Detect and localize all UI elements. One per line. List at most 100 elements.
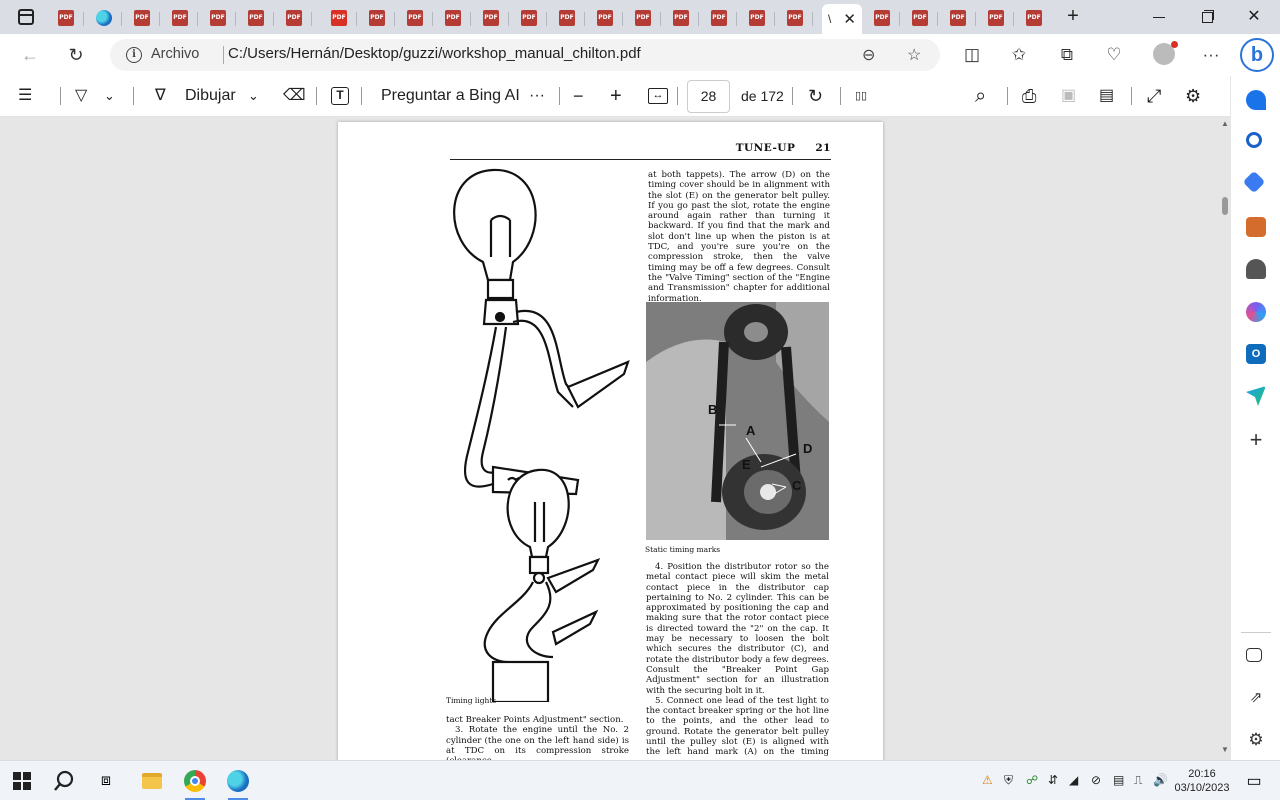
open-in-window-icon[interactable]: ⇗	[1246, 688, 1266, 708]
tab-pdf[interactable]: PDF	[978, 4, 1014, 32]
blocked-tray-icon[interactable]: ⊘	[1091, 773, 1101, 787]
bing-copilot-button[interactable]: b	[1240, 38, 1274, 72]
favorites-icon[interactable]: ✩	[1007, 43, 1031, 67]
tab-pdf[interactable]: PDF	[902, 4, 938, 32]
file-explorer-icon[interactable]	[138, 767, 166, 795]
page-view-icon[interactable]: ▯▯	[855, 84, 867, 108]
shopping-tag-icon[interactable]	[1242, 170, 1266, 194]
zoom-icon[interactable]: ⊖	[862, 45, 875, 65]
tab-pdf[interactable]: PDF	[739, 4, 775, 32]
fit-page-icon[interactable]: ↔	[648, 88, 668, 104]
add-sidebar-app-icon[interactable]: +	[1246, 429, 1266, 451]
search-icon[interactable]: ⌕	[975, 84, 986, 108]
sync-tray-icon[interactable]: ☍	[1026, 773, 1038, 787]
settings-icon[interactable]: ⚙	[1185, 84, 1201, 108]
drop-icon[interactable]	[1246, 386, 1266, 406]
tab-pdf[interactable]: PDF	[625, 4, 661, 32]
minimize-button[interactable]	[1150, 8, 1170, 26]
rotate-icon[interactable]: ↻	[808, 84, 823, 108]
tab-actions-menu-icon[interactable]	[18, 9, 34, 25]
scroll-thumb[interactable]	[1222, 197, 1228, 215]
url-text[interactable]: C:/Users/Hernán/Desktop/guzzi/workshop_m…	[228, 45, 641, 62]
tab-pdf[interactable]: PDF	[663, 4, 699, 32]
address-bar[interactable]: i Archivo C:/Users/Hernán/Desktop/guzzi/…	[110, 39, 940, 71]
network-tray-icon[interactable]: ⎍	[1134, 773, 1142, 788]
tab-pdf[interactable]: PDF	[48, 4, 84, 32]
page-number-input[interactable]: 28	[687, 80, 730, 113]
scroll-down-arrow[interactable]: ▼	[1221, 745, 1229, 754]
search-taskbar-button[interactable]	[50, 767, 78, 795]
save-as-icon[interactable]: ▤	[1099, 84, 1114, 108]
network-activity-tray-icon[interactable]: ⇵	[1048, 773, 1058, 787]
split-screen-icon[interactable]: ◫	[960, 43, 984, 67]
zoom-in-button[interactable]: +	[610, 84, 622, 108]
tab-pdf[interactable]: PDF	[276, 4, 312, 32]
zoom-out-button[interactable]: −	[573, 84, 584, 108]
start-button[interactable]	[8, 767, 36, 795]
outlook-icon[interactable]: O	[1246, 344, 1266, 364]
microsoft-365-icon[interactable]	[1246, 302, 1266, 322]
close-tab-icon[interactable]: ✕	[843, 10, 856, 28]
system-clock[interactable]: 20:16 03/10/2023	[1174, 767, 1230, 795]
tab-pdf[interactable]: PDF	[321, 4, 357, 32]
tab-pdf[interactable]: PDF	[587, 4, 623, 32]
display-tray-icon[interactable]: ▤	[1113, 773, 1124, 787]
more-tools-icon[interactable]: ···	[529, 84, 545, 108]
scroll-up-arrow[interactable]: ▲	[1221, 119, 1229, 128]
tab-pdf[interactable]: PDF	[701, 4, 737, 32]
tab-pdf[interactable]: PDF	[511, 4, 547, 32]
favorite-star-icon[interactable]: ☆	[907, 45, 921, 65]
notifications-icon[interactable]	[1246, 90, 1266, 110]
tab-pdf[interactable]: PDF	[359, 4, 395, 32]
browser-essentials-icon[interactable]: ♡	[1102, 43, 1126, 67]
tools-icon[interactable]	[1246, 217, 1266, 237]
profile-avatar[interactable]	[1153, 41, 1178, 65]
restore-button[interactable]	[1198, 8, 1218, 26]
new-tab-button[interactable]: +	[1062, 6, 1084, 28]
vertical-scrollbar[interactable]: ▲ ▼	[1220, 117, 1230, 760]
tab-pdf[interactable]: PDF	[162, 4, 198, 32]
chevron-down-icon[interactable]: ⌄	[248, 84, 259, 108]
eraser-icon[interactable]: ⌫	[283, 84, 306, 108]
tab-pdf[interactable]: PDF	[1016, 4, 1052, 32]
fullscreen-icon[interactable]: ⤢	[1147, 84, 1161, 108]
volume-tray-icon[interactable]: 🔊	[1153, 773, 1168, 787]
pdf-viewport[interactable]: TUNE-UP 21 Timing lights tact Breaker Po…	[0, 117, 1230, 760]
collections-icon[interactable]: ⧉	[1055, 43, 1079, 67]
save-icon[interactable]: ▣	[1061, 84, 1076, 108]
draw-icon[interactable]: ∇	[155, 84, 166, 108]
print-icon[interactable]: ⎙	[1022, 84, 1036, 108]
tab-pdf[interactable]: PDF	[397, 4, 433, 32]
edge-taskbar-icon[interactable]	[224, 767, 252, 800]
tab-edge[interactable]	[86, 4, 122, 32]
draw-button[interactable]: Dibujar	[185, 84, 236, 108]
tab-pdf[interactable]: PDF	[200, 4, 236, 32]
games-icon[interactable]	[1246, 259, 1266, 279]
tab-pdf[interactable]: PDF	[549, 4, 585, 32]
chrome-icon[interactable]	[181, 767, 209, 800]
ask-bing-button[interactable]: Preguntar a Bing AI	[381, 84, 520, 108]
settings-more-icon[interactable]: ···	[1199, 43, 1223, 67]
tab-pdf[interactable]: PDF	[435, 4, 471, 32]
tab-active[interactable]: \ ✕	[822, 4, 862, 34]
chevron-down-icon[interactable]: ⌄	[104, 84, 115, 108]
search-sidebar-icon[interactable]	[1246, 132, 1262, 148]
security-tray-icon[interactable]: ⛨	[1004, 773, 1013, 788]
tab-pdf[interactable]: PDF	[124, 4, 160, 32]
tab-pdf[interactable]: PDF	[777, 4, 813, 32]
tab-pdf[interactable]: PDF	[940, 4, 976, 32]
warning-tray-icon[interactable]: ⚠	[982, 773, 993, 787]
table-of-contents-icon[interactable]: ☰	[18, 84, 32, 108]
reload-button[interactable]: ↻	[64, 43, 88, 67]
back-button[interactable]: ←	[18, 43, 42, 67]
signal-tray-icon[interactable]: ◢	[1069, 773, 1078, 787]
add-text-icon[interactable]: T	[331, 87, 349, 105]
tab-pdf[interactable]: PDF	[238, 4, 274, 32]
close-window-button[interactable]: ✕	[1244, 8, 1264, 26]
info-icon[interactable]: i	[126, 47, 142, 63]
sidebar-settings-icon[interactable]: ⚙	[1246, 730, 1266, 750]
task-view-icon[interactable]: ⧈	[92, 767, 120, 795]
highlight-icon[interactable]: ▽	[75, 84, 87, 108]
notification-center-icon[interactable]: ▭	[1240, 767, 1268, 795]
tab-pdf[interactable]: PDF	[473, 4, 509, 32]
